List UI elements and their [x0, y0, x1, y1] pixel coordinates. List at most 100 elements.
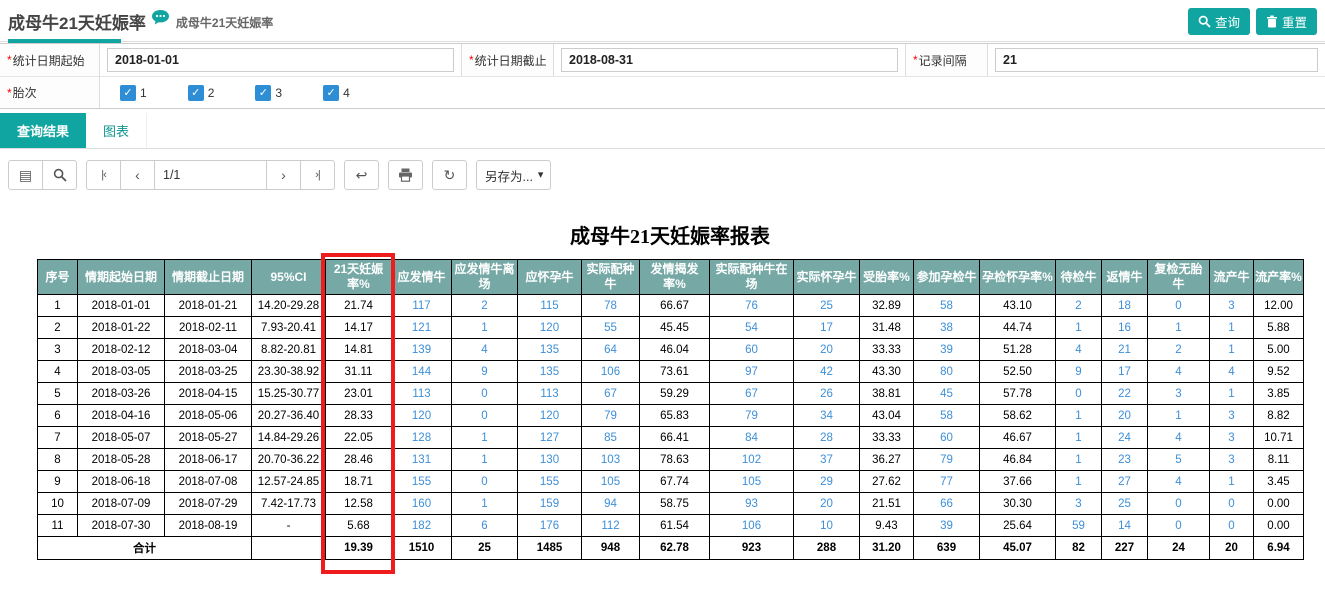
cell-link[interactable]: 120 [392, 405, 452, 427]
cell-link[interactable]: 84 [710, 427, 794, 449]
end-date-input[interactable] [561, 48, 898, 72]
cell-link[interactable]: 160 [392, 493, 452, 515]
cell-link[interactable]: 66 [914, 493, 980, 515]
first-page-button[interactable]: |‹ [86, 160, 121, 190]
cell-link[interactable]: 58 [914, 295, 980, 317]
parity-checkbox-2[interactable]: ✓ 2 [188, 85, 215, 101]
cell-link[interactable]: 16 [1102, 317, 1148, 339]
cell-link[interactable]: 102 [710, 449, 794, 471]
cell-link[interactable]: 135 [518, 339, 582, 361]
cell-link[interactable]: 6 [452, 515, 518, 537]
cell-link[interactable]: 39 [914, 339, 980, 361]
cell-link[interactable]: 130 [518, 449, 582, 471]
cell-link[interactable]: 39 [914, 515, 980, 537]
cell-link[interactable]: 115 [518, 295, 582, 317]
cell-link[interactable]: 26 [794, 383, 860, 405]
cell-link[interactable]: 67 [582, 383, 640, 405]
cell-link[interactable]: 0 [1210, 493, 1254, 515]
cell-link[interactable]: 112 [582, 515, 640, 537]
cell-link[interactable]: 79 [914, 449, 980, 471]
cell-link[interactable]: 1 [1056, 471, 1102, 493]
prev-page-button[interactable]: ‹ [120, 160, 155, 190]
cell-link[interactable]: 0 [1148, 493, 1210, 515]
cell-link[interactable]: 120 [518, 405, 582, 427]
last-page-button[interactable]: ›| [300, 160, 335, 190]
cell-link[interactable]: 3 [1210, 295, 1254, 317]
cell-link[interactable]: 144 [392, 361, 452, 383]
cell-link[interactable]: 1 [1148, 405, 1210, 427]
cell-link[interactable]: 60 [914, 427, 980, 449]
page-number-input[interactable] [154, 160, 267, 190]
cell-link[interactable]: 4 [1148, 471, 1210, 493]
cell-link[interactable]: 58 [914, 405, 980, 427]
cell-link[interactable]: 3 [1210, 427, 1254, 449]
query-button[interactable]: 查询 [1188, 8, 1250, 35]
cell-link[interactable]: 42 [794, 361, 860, 383]
cell-link[interactable]: 105 [710, 471, 794, 493]
cell-link[interactable]: 23 [1102, 449, 1148, 471]
cell-link[interactable]: 55 [582, 317, 640, 339]
interval-input[interactable] [995, 48, 1318, 72]
print-button[interactable] [388, 160, 423, 190]
cell-link[interactable]: 131 [392, 449, 452, 471]
cell-link[interactable]: 20 [1102, 405, 1148, 427]
cell-link[interactable]: 113 [518, 383, 582, 405]
cell-link[interactable]: 3 [1148, 383, 1210, 405]
cell-link[interactable]: 1 [1210, 317, 1254, 339]
start-date-input[interactable] [107, 48, 454, 72]
cell-link[interactable]: 1 [452, 427, 518, 449]
cell-link[interactable]: 4 [1210, 361, 1254, 383]
cell-link[interactable]: 0 [1210, 515, 1254, 537]
cell-link[interactable]: 182 [392, 515, 452, 537]
reset-button[interactable]: 重置 [1256, 8, 1317, 35]
tab-query-results[interactable]: 查询结果 [0, 113, 86, 148]
cell-link[interactable]: 1 [1210, 383, 1254, 405]
cell-link[interactable]: 1 [1056, 427, 1102, 449]
cell-link[interactable]: 25 [794, 295, 860, 317]
cell-link[interactable]: 24 [1102, 427, 1148, 449]
cell-link[interactable]: 2 [452, 295, 518, 317]
cell-link[interactable]: 0 [1148, 515, 1210, 537]
search-button[interactable] [42, 160, 77, 190]
cell-link[interactable]: 1 [452, 493, 518, 515]
cell-link[interactable]: 4 [1056, 339, 1102, 361]
cell-link[interactable]: 77 [914, 471, 980, 493]
cell-link[interactable]: 78 [582, 295, 640, 317]
cell-link[interactable]: 79 [582, 405, 640, 427]
cell-link[interactable]: 103 [582, 449, 640, 471]
cell-link[interactable]: 21 [1102, 339, 1148, 361]
parity-checkbox-3[interactable]: ✓ 3 [255, 85, 282, 101]
cell-link[interactable]: 94 [582, 493, 640, 515]
export-button[interactable]: ↻ [432, 160, 467, 190]
cell-link[interactable]: 0 [1056, 383, 1102, 405]
cell-link[interactable]: 93 [710, 493, 794, 515]
cell-link[interactable]: 4 [1148, 361, 1210, 383]
cell-link[interactable]: 155 [392, 471, 452, 493]
back-button[interactable]: ↩ [344, 160, 379, 190]
cell-link[interactable]: 0 [452, 405, 518, 427]
cell-link[interactable]: 9 [1056, 361, 1102, 383]
cell-link[interactable]: 4 [452, 339, 518, 361]
cell-link[interactable]: 85 [582, 427, 640, 449]
cell-link[interactable]: 128 [392, 427, 452, 449]
cell-link[interactable]: 3 [1210, 405, 1254, 427]
cell-link[interactable]: 20 [794, 339, 860, 361]
cell-link[interactable]: 14 [1102, 515, 1148, 537]
cell-link[interactable]: 22 [1102, 383, 1148, 405]
cell-link[interactable]: 60 [710, 339, 794, 361]
cell-link[interactable]: 121 [392, 317, 452, 339]
cell-link[interactable]: 17 [794, 317, 860, 339]
cell-link[interactable]: 0 [452, 471, 518, 493]
cell-link[interactable]: 1 [1056, 449, 1102, 471]
cell-link[interactable]: 59 [1056, 515, 1102, 537]
cell-link[interactable]: 1 [452, 449, 518, 471]
cell-link[interactable]: 106 [582, 361, 640, 383]
cell-link[interactable]: 4 [1148, 427, 1210, 449]
cell-link[interactable]: 97 [710, 361, 794, 383]
cell-link[interactable]: 64 [582, 339, 640, 361]
cell-link[interactable]: 76 [710, 295, 794, 317]
cell-link[interactable]: 155 [518, 471, 582, 493]
tab-chart[interactable]: 图表 [86, 113, 147, 148]
toggle-panel-button[interactable]: ▤ [8, 160, 43, 190]
cell-link[interactable]: 80 [914, 361, 980, 383]
